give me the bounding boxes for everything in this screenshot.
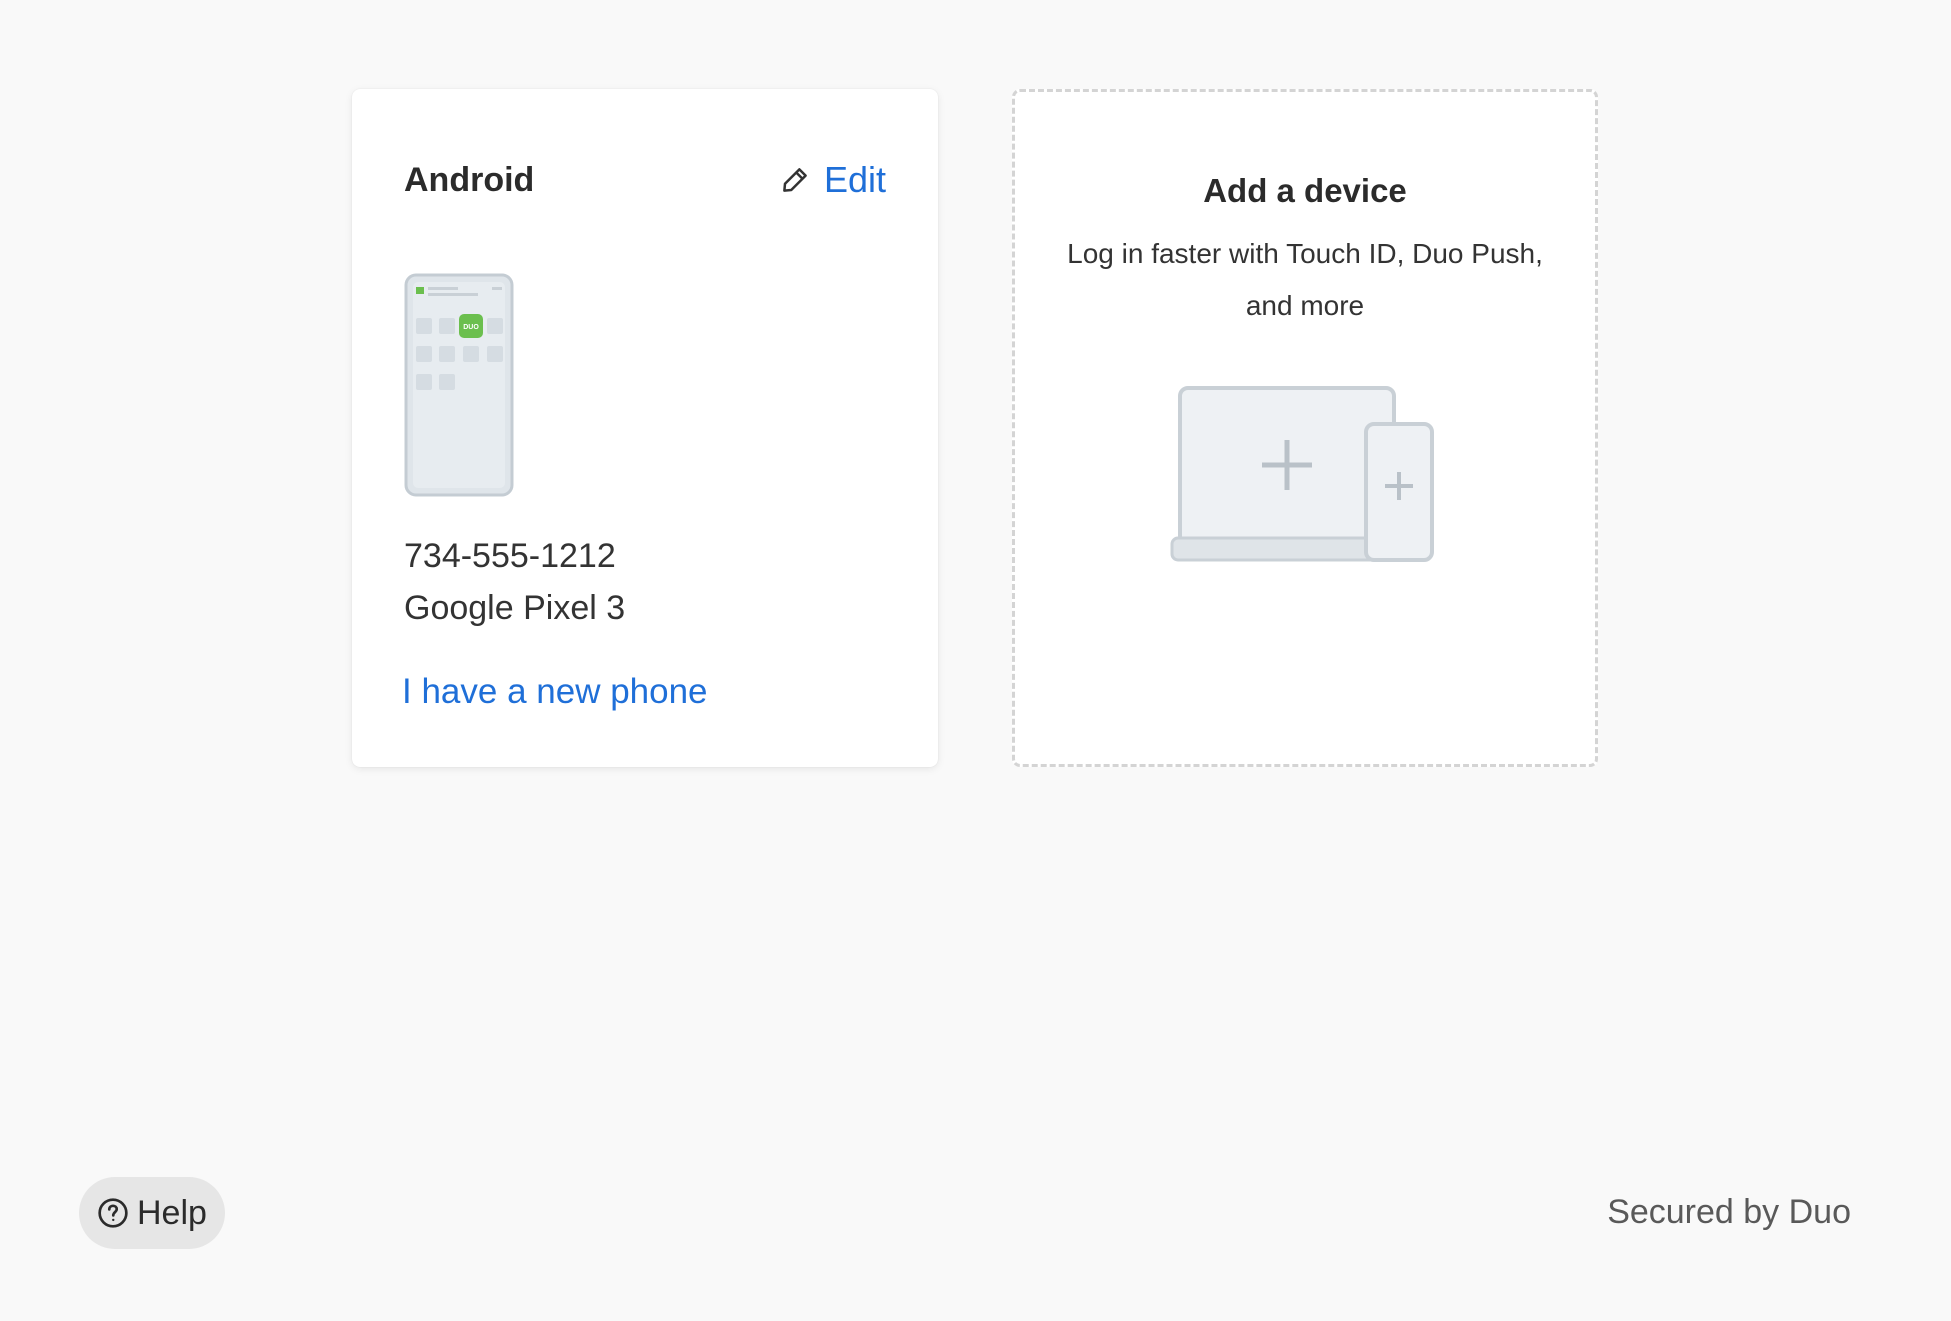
help-label: Help [137, 1193, 207, 1232]
device-card: Android Edit DUO 734-555-1212 Google Pix… [352, 89, 938, 767]
duo-app-badge: DUO [463, 324, 479, 331]
add-device-title: Add a device [1203, 172, 1407, 209]
add-device-description-line2: and more [1245, 290, 1365, 321]
question-circle-icon [98, 1198, 128, 1228]
edit-label: Edit [823, 159, 886, 200]
edit-device-link[interactable]: Edit [780, 159, 886, 201]
add-device-description: Log in faster with Touch ID, Duo Push, a… [1055, 228, 1555, 332]
add-device-description-line1: Log in faster with Touch ID, Duo Push, [1067, 238, 1543, 269]
device-platform-title: Android [404, 161, 535, 199]
add-devices-illustration-icon [1170, 386, 1434, 562]
help-button[interactable]: Help [79, 1177, 225, 1249]
secured-by-duo-text: Secured by Duo [1607, 1193, 1851, 1231]
pencil-icon [783, 168, 807, 192]
device-model: Google Pixel 3 [404, 589, 626, 627]
phone-number: 734-555-1212 [404, 537, 616, 575]
phone-illustration-icon: DUO [404, 273, 514, 497]
new-phone-link[interactable]: I have a new phone [402, 672, 708, 712]
add-device-card[interactable]: Add a device Log in faster with Touch ID… [1012, 89, 1598, 767]
